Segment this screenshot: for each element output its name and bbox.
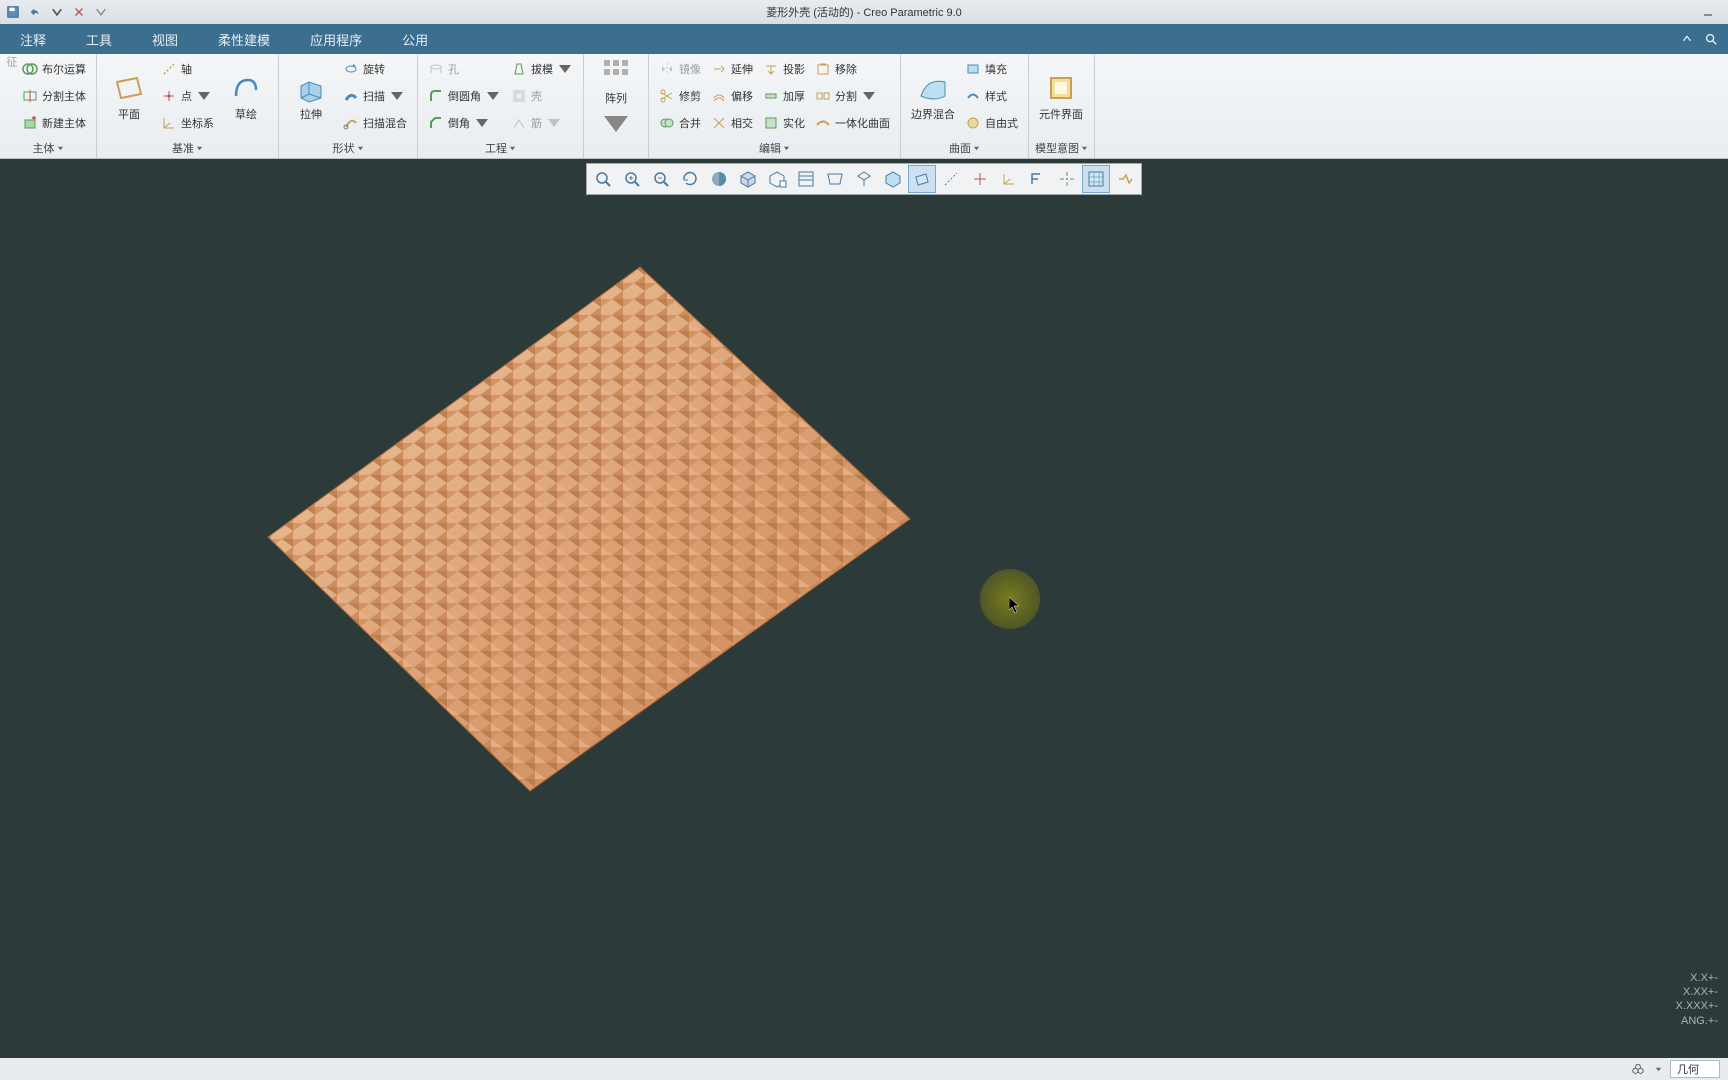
cursor-icon: [1009, 597, 1021, 613]
quick-access-toolbar: [0, 3, 114, 21]
selection-filter-combo[interactable]: 几何: [1670, 1060, 1720, 1078]
csys-display-icon[interactable]: [995, 165, 1023, 193]
solidify-button[interactable]: 实化: [759, 110, 809, 136]
sweep-blend-button[interactable]: 扫描混合: [339, 110, 411, 136]
boundary-blend-button[interactable]: 边界混合: [907, 56, 959, 138]
tab-annotation[interactable]: 注释: [0, 24, 66, 54]
title-bar: 菱形外壳 (活动的) - Creo Parametric 9.0: [0, 0, 1728, 24]
ribbon-group-intent: 元件界面 模型意图: [1029, 54, 1095, 158]
intersect-button[interactable]: 相交: [707, 110, 757, 136]
sketch-button[interactable]: 草绘: [220, 56, 272, 138]
mirror-button[interactable]: 镜像: [655, 56, 705, 82]
shade-icon[interactable]: [705, 165, 733, 193]
split-button[interactable]: 分割: [811, 83, 894, 109]
minimize-button[interactable]: [1688, 2, 1728, 22]
component-interface-button[interactable]: 元件界面: [1035, 56, 1087, 138]
search-icon[interactable]: [1704, 32, 1718, 46]
revolve-button[interactable]: 旋转: [339, 56, 411, 82]
merge-button[interactable]: 合并: [655, 110, 705, 136]
saved-views-icon[interactable]: [763, 165, 791, 193]
ribbon-group-shape: 拉伸 旋转 扫描 扫描混合 形状: [279, 54, 418, 158]
display-style-icon[interactable]: [734, 165, 762, 193]
chevron-up-icon[interactable]: [1680, 32, 1694, 46]
boolean-button[interactable]: 布尔运算: [18, 56, 90, 82]
extrude-button[interactable]: 拉伸: [285, 56, 337, 138]
qat-close-icon[interactable]: [70, 3, 88, 21]
grid-icon[interactable]: [1082, 165, 1110, 193]
datum-display-icon[interactable]: [908, 165, 936, 193]
zoom-in-icon[interactable]: [618, 165, 646, 193]
unify-surface-button[interactable]: 一体化曲面: [811, 110, 894, 136]
round-button[interactable]: 倒圆角: [424, 83, 505, 109]
new-body-button[interactable]: 新建主体: [18, 110, 90, 136]
tab-apps[interactable]: 应用程序: [290, 24, 382, 54]
qat-undo-icon[interactable]: [26, 3, 44, 21]
ribbon-group-surf: 边界混合 填充 样式 自由式 曲面: [901, 54, 1029, 158]
style-button[interactable]: 样式: [961, 83, 1022, 109]
point-display-icon[interactable]: [966, 165, 994, 193]
hole-button[interactable]: 孔: [424, 56, 505, 82]
annotation-display-icon[interactable]: [1024, 165, 1052, 193]
zoom-out-icon[interactable]: [647, 165, 675, 193]
shell-button[interactable]: 壳: [507, 83, 577, 109]
view-toolbar: [586, 163, 1142, 195]
ribbon-group-datum: 平面 轴 点 坐标系 草绘 基准: [97, 54, 279, 158]
chamfer-button[interactable]: 倒角: [424, 110, 505, 136]
ribbon-group-eng: 孔 倒圆角 倒角 拔模 壳 筋 工程: [418, 54, 584, 158]
pattern-button[interactable]: 阵列: [590, 56, 642, 140]
tab-view[interactable]: 视图: [132, 24, 198, 54]
remove-button[interactable]: 移除: [811, 56, 894, 82]
repaint-icon[interactable]: [676, 165, 704, 193]
chevron-down-icon[interactable]: [48, 3, 66, 21]
feature-button: 征: [6, 56, 16, 136]
spin-center-icon[interactable]: [1053, 165, 1081, 193]
graphics-area[interactable]: X.X+- X.XX+- X.XXX+- ANG.+-: [0, 159, 1728, 1058]
extend-button[interactable]: 延伸: [707, 56, 757, 82]
view-manager-icon[interactable]: [792, 165, 820, 193]
fill-button[interactable]: 填充: [961, 56, 1022, 82]
thicken-button[interactable]: 加厚: [759, 83, 809, 109]
ribbon: 征 布尔运算 分割主体 新建主体 主体 平面 轴 点 坐标系 草绘: [0, 54, 1728, 159]
point-button[interactable]: 点: [157, 83, 218, 109]
draft-button[interactable]: 拔模: [507, 56, 577, 82]
status-bar: 几何: [0, 1058, 1728, 1080]
tab-flex[interactable]: 柔性建模: [198, 24, 290, 54]
project-button[interactable]: 投影: [759, 56, 809, 82]
split-body-button[interactable]: 分割主体: [18, 83, 90, 109]
menu-bar: 注释 工具 视图 柔性建模 应用程序 公用: [0, 24, 1728, 54]
layers-icon[interactable]: [879, 165, 907, 193]
qat-save-icon[interactable]: [4, 3, 22, 21]
plane-button[interactable]: 平面: [103, 56, 155, 138]
ribbon-group-edit: 镜像 修剪 合并 延伸 偏移 相交 投影 加厚 实化 移除 分割 一体化曲面 编…: [649, 54, 901, 158]
offset-button[interactable]: 偏移: [707, 83, 757, 109]
ribbon-group-pattern: 阵列: [584, 54, 649, 158]
zoom-fit-icon[interactable]: [589, 165, 617, 193]
status-binoculars-icon[interactable]: [1629, 1060, 1647, 1078]
window-title: 菱形外壳 (活动的) - Creo Parametric 9.0: [766, 4, 962, 20]
named-views-icon[interactable]: [850, 165, 878, 193]
chevron-down-icon[interactable]: [1655, 1066, 1662, 1073]
sweep-button[interactable]: 扫描: [339, 83, 411, 109]
tab-tools[interactable]: 工具: [66, 24, 132, 54]
rib-button[interactable]: 筋: [507, 110, 577, 136]
model-3d[interactable]: [260, 259, 920, 799]
hud-coords: X.X+- X.XX+- X.XXX+- ANG.+-: [1676, 971, 1719, 1028]
window-controls: [1688, 2, 1728, 22]
qat-sep-icon: [92, 3, 110, 21]
ribbon-group-body: 征 布尔运算 分割主体 新建主体 主体: [0, 54, 97, 158]
freestyle-button[interactable]: 自由式: [961, 110, 1022, 136]
trim-button[interactable]: 修剪: [655, 83, 705, 109]
tab-common[interactable]: 公用: [382, 24, 448, 54]
perspective-icon[interactable]: [821, 165, 849, 193]
axis-button[interactable]: 轴: [157, 56, 218, 82]
axis-display-icon[interactable]: [937, 165, 965, 193]
csys-button[interactable]: 坐标系: [157, 110, 218, 136]
snap-icon[interactable]: [1111, 165, 1139, 193]
